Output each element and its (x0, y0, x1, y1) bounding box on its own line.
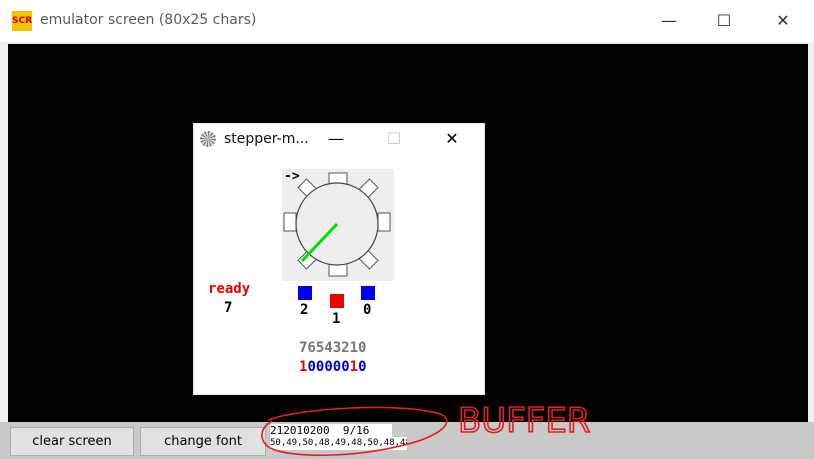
coil-label: 2 (300, 302, 309, 318)
stepper-minimize-button[interactable]: — (316, 126, 356, 152)
coil-indicator (298, 286, 312, 300)
stepper-motor-diagram (282, 169, 394, 281)
maximize-button[interactable]: ☐ (701, 6, 747, 36)
gear-icon (200, 131, 216, 147)
clear-screen-button[interactable]: clear screen (10, 427, 134, 456)
bit-0: 0 (358, 359, 367, 375)
stepper-close-button[interactable]: ✕ (432, 126, 472, 152)
bit-header: 76543210 (299, 340, 367, 356)
app-icon: SCR (12, 11, 32, 31)
status-value: 7 (224, 300, 233, 316)
coil-label: 1 (332, 311, 341, 327)
bit-2: 0 (341, 359, 350, 375)
buffer-status: 212010200 9/16 (270, 424, 392, 437)
bit-3: 0 (332, 359, 342, 375)
window-title: emulator screen (80x25 chars) (40, 12, 257, 28)
coil-label: 0 (363, 302, 372, 318)
bit-1: 1 (349, 359, 359, 375)
stepper-titlebar: stepper-m... — ☐ ✕ (194, 124, 484, 155)
bit-values: 10000010 (299, 359, 367, 375)
tooth-bottom (328, 263, 348, 277)
minimize-button[interactable]: — (646, 6, 692, 36)
window-titlebar: SCR emulator screen (80x25 chars) — ☐ ✕ (0, 0, 814, 42)
bit-4: 0 (324, 359, 333, 375)
close-button[interactable]: ✕ (760, 6, 806, 36)
bit-6: 0 (307, 359, 316, 375)
tooth-right (377, 212, 391, 232)
stepper-title: stepper-m... (224, 131, 309, 147)
tooth-left (283, 212, 297, 232)
stepper-maximize-button: ☐ (386, 129, 402, 148)
coil-indicator (361, 286, 375, 300)
position-arrow: -> (284, 169, 300, 184)
coil-indicator (330, 294, 344, 308)
change-font-button[interactable]: change font (140, 427, 266, 456)
status-text: ready (208, 281, 251, 297)
stepper-window: stepper-m... — ☐ ✕ -> ready 7 2 1 0 7654… (193, 123, 485, 395)
buffer-bytes: 50,49,50,48,49,48,50,48,48 (270, 437, 407, 450)
